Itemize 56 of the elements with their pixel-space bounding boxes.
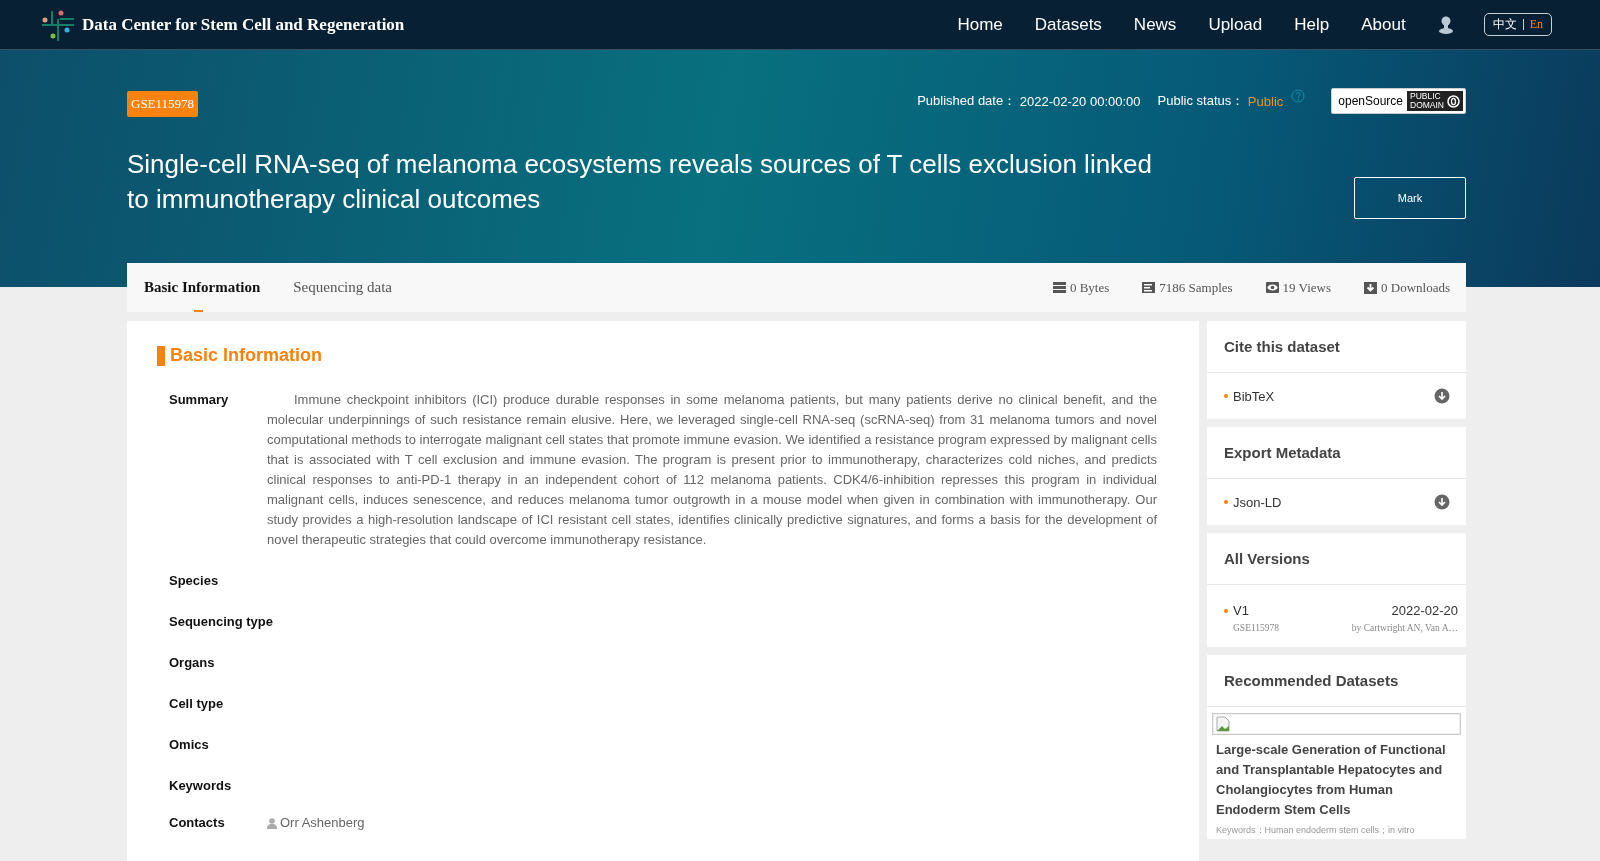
field-label: Omics <box>168 736 210 754</box>
card-title: All Versions <box>1207 533 1466 585</box>
nav-link[interactable]: Datasets <box>1034 14 1102 35</box>
nav-link[interactable]: About <box>1361 14 1406 35</box>
dataset-title: Single-cell RNA-seq of melanoma ecosystems reveals sources of T cells exclusion linked to immunotherapy clinical outcomes <box>127 148 1154 216</box>
section-heading: Basic Information <box>170 345 323 366</box>
site-title: Data Center for Stem Cell and Regeneration <box>82 14 405 35</box>
list-icon <box>1142 282 1156 293</box>
field-label: Sequencing type <box>168 613 274 631</box>
card-title: Cite this dataset <box>1207 321 1466 373</box>
storage-icon <box>1052 282 1066 293</box>
broken-image-icon <box>1216 716 1230 732</box>
download-icon[interactable] <box>1434 494 1450 510</box>
download-icon <box>1364 281 1378 294</box>
field-label: Species <box>168 572 220 590</box>
published-date: 2022-02-20 00:00:00 <box>1019 93 1141 109</box>
stat-text: 0 Downloads <box>1381 279 1450 296</box>
field-label: Cell type <box>168 695 225 713</box>
version-authors: by Cartwright AN, Van A… <box>1351 623 1458 633</box>
public-status: Public <box>1247 93 1284 109</box>
stat-text: 19 Views <box>1282 279 1332 296</box>
format-link[interactable]: Json-LD <box>1233 494 1282 510</box>
nav-link[interactable]: News <box>1133 14 1177 35</box>
language-option[interactable]: En <box>1529 17 1543 32</box>
field-label: Summary <box>168 391 230 409</box>
language-option[interactable]: 中文 <box>1492 16 1517 33</box>
accession-badge: GSE115978 <box>127 91 199 117</box>
stat-text: 0 Bytes <box>1069 279 1110 296</box>
eye-icon <box>1265 282 1279 293</box>
user-icon[interactable] <box>1437 14 1454 35</box>
accent-bar <box>157 345 165 366</box>
summary-text: Immune checkpoint inhibitors (ICI) produce durable responses in some melanoma patients, but many patients derive no clinical benefit, and the molecular underpinnings of such resistance remain elusive. Here, we leveraged single-cell RNA-seq (scRNA-seq) from 31 melanoma tumors and novel computational methods to interrogate malignant cell states that promote immune evasion. We identified a resistance program expressed by malignant cells that is associated with T cell exclusion and immune evasion. The program is present prior to immunotherapy, characterizes cold niches, and predicts clinical responses to anti-PD-1 therapy in an independent cohort of 112 melanoma patients. CDK4/6-inhibition represses this program in individual malignant cells, induces senescence, and reduces melanoma tumor outgrowth in a mouse model when given in combination with immunotherapy. Our study provides a high-resolution landscape of ICI resistant cell states, identifies clinically predictive signatures, and forms a basis for the development of novel therapeutic strategies that could overcome immunotherapy resistance. <box>267 391 1157 549</box>
nav-link[interactable]: Upload <box>1208 14 1263 35</box>
field-label: Contacts <box>168 814 226 832</box>
download-icon[interactable] <box>1434 388 1450 404</box>
version-label[interactable]: V1 <box>1233 603 1249 618</box>
version-date: 2022-02-20 <box>1391 603 1458 618</box>
tab[interactable]: Basic Information <box>144 263 261 312</box>
nav-link[interactable]: Home <box>957 14 1003 35</box>
published-label: Published date： <box>917 92 1017 110</box>
card-title: Recommended Datasets <box>1207 655 1466 707</box>
stat-text: 7186 Samples <box>1159 279 1233 296</box>
card-title: Export Metadata <box>1207 427 1466 479</box>
contact-name: Orr Ashenberg <box>280 814 365 832</box>
mark-button[interactable]: Mark <box>1354 177 1466 219</box>
dataset-link[interactable]: Large-scale Generation of Functional and Transplantable Hepatocytes and Cholangiocytes from Human Endoderm Stem Cells <box>1212 735 1461 820</box>
tab[interactable]: Sequencing data <box>293 263 392 312</box>
person-icon <box>267 817 277 829</box>
nav-link[interactable]: Help <box>1294 14 1330 35</box>
format-link[interactable]: BibTeX <box>1233 388 1275 404</box>
status-label: Public status： <box>1157 92 1245 110</box>
keywords-text: Keywords：Human endoderm stem cells；in vitro <box>1215 824 1416 837</box>
field-label: Keywords <box>168 777 233 795</box>
zero-icon <box>1447 94 1460 108</box>
field-label: Organs <box>168 654 216 672</box>
version-accession: GSE115978 <box>1233 623 1280 633</box>
